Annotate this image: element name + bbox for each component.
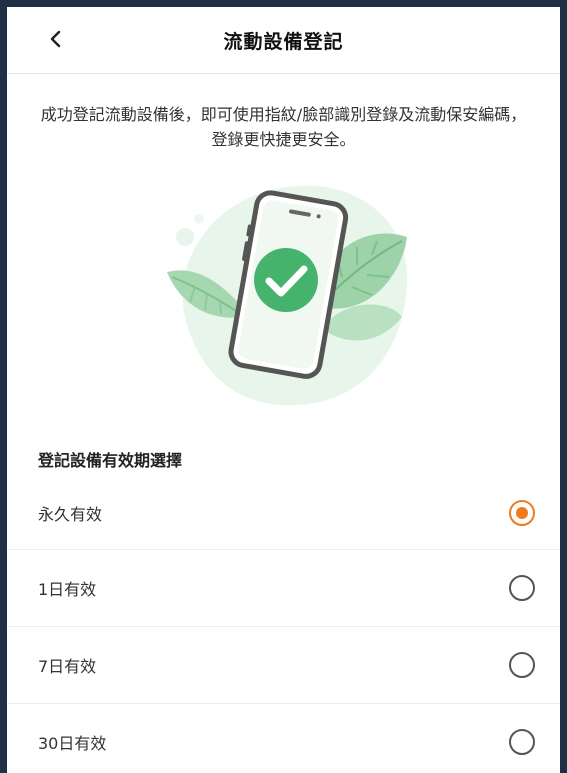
validity-options: 永久有效 1日有效 7日有效 30日有效 <box>7 477 560 773</box>
radio-empty-icon[interactable] <box>509 729 535 755</box>
validity-section-title: 登記設備有效期選擇 <box>38 451 183 470</box>
header-bar: 流動設備登記 <box>7 7 560 74</box>
option-label: 1日有效 <box>38 580 97 599</box>
radio-empty-icon[interactable] <box>509 575 535 601</box>
option-permanent[interactable]: 永久有效 <box>7 477 560 550</box>
page-title: 流動設備登記 <box>223 30 344 53</box>
option-1-day[interactable]: 1日有效 <box>7 550 560 627</box>
phone-checkmark-icon <box>167 185 408 406</box>
intro-text: 成功登記流動設備後，即可使用指紋/臉部識別登錄及流動保安編碼，登錄更快捷更安全。 <box>40 105 527 149</box>
option-label: 永久有效 <box>38 505 103 524</box>
chevron-left-icon <box>50 30 61 48</box>
option-7-days[interactable]: 7日有效 <box>7 627 560 704</box>
option-30-days[interactable]: 30日有效 <box>7 704 560 773</box>
radio-empty-icon[interactable] <box>509 652 535 678</box>
back-button[interactable] <box>41 24 71 54</box>
option-label: 30日有效 <box>38 734 107 753</box>
option-label: 7日有效 <box>38 657 97 676</box>
app-frame: 流動設備登記 成功登記流動設備後，即可使用指紋/臉部識別登錄及流動保安編碼，登錄… <box>0 0 567 773</box>
check-circle-icon <box>254 248 318 312</box>
radio-selected-icon[interactable] <box>509 500 535 526</box>
